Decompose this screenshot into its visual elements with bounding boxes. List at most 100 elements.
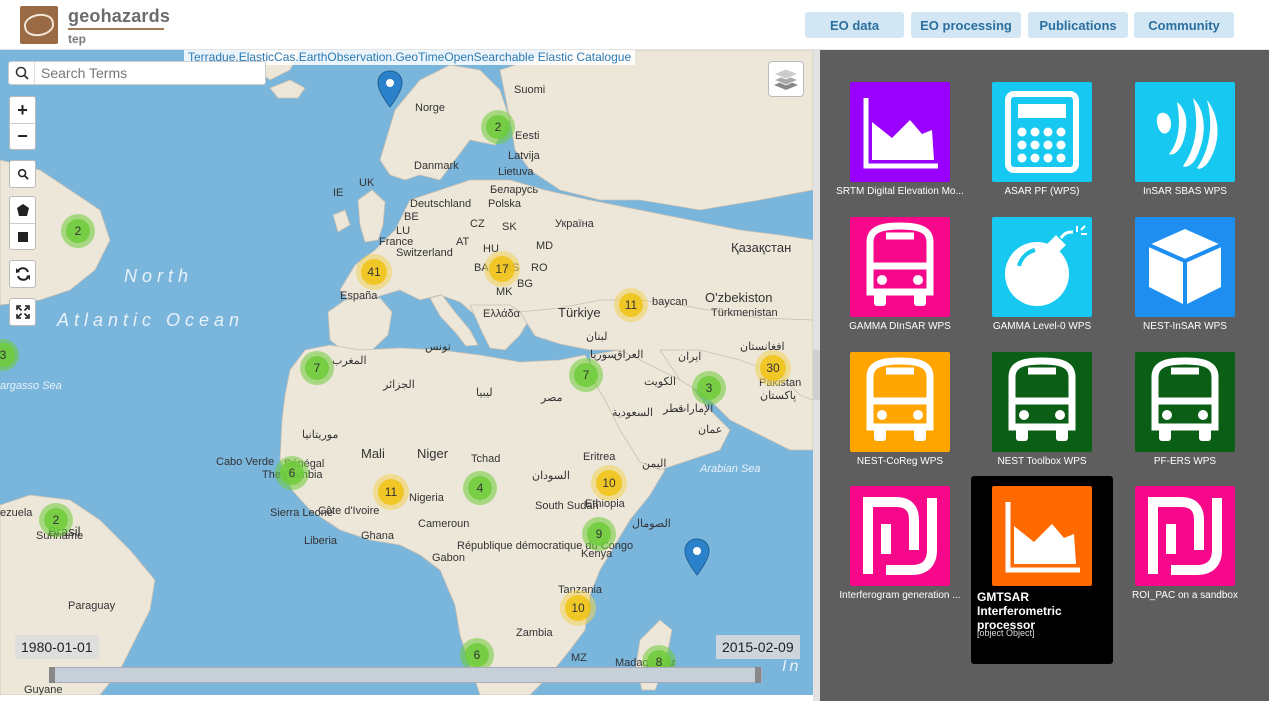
cube-icon xyxy=(1135,217,1235,317)
place-label: موريتانيا xyxy=(302,429,339,441)
app-tile[interactable]: InSAR SBAS WPS xyxy=(1114,72,1256,197)
search-icon[interactable] xyxy=(9,62,35,84)
map-cluster[interactable]: 10 xyxy=(591,465,627,501)
map-cluster[interactable]: 2 xyxy=(39,503,73,537)
splitter-grip[interactable] xyxy=(813,350,820,400)
ocean-label-atlantic: Atlantic Ocean xyxy=(57,310,245,330)
bomb-icon xyxy=(992,217,1092,317)
app-tile[interactable]: SRTM Digital Elevation Mo... xyxy=(829,72,971,197)
place-label: RO xyxy=(531,262,548,274)
map-pin-icon[interactable] xyxy=(684,538,710,576)
app-tile[interactable]: GMTSAR Interferometric processor [object … xyxy=(971,476,1113,664)
app-label: GAMMA DInSAR WPS xyxy=(849,321,951,332)
app-tile[interactable]: GAMMA DInSAR WPS xyxy=(829,207,971,332)
place-label: مصر xyxy=(541,392,563,404)
app-tile[interactable]: GAMMA Level-0 WPS xyxy=(971,207,1113,332)
zoom-out-button[interactable]: − xyxy=(10,123,35,149)
layers-button[interactable] xyxy=(768,61,804,97)
search-input[interactable] xyxy=(35,63,255,83)
signal-waves-icon xyxy=(1135,82,1235,182)
magnifier-icon[interactable] xyxy=(10,161,35,187)
place-label: Switzerland xyxy=(396,247,453,259)
map-cluster[interactable]: 2 xyxy=(481,110,515,144)
place-label: O'zbekiston xyxy=(705,290,773,305)
map-cluster[interactable]: 3 xyxy=(692,371,726,405)
time-slider-track[interactable] xyxy=(50,667,762,683)
place-label: Zambia xyxy=(516,627,553,639)
bus-icon xyxy=(992,352,1092,452)
place-label: UK xyxy=(359,177,375,189)
cluster-count: 6 xyxy=(464,642,490,668)
app-label: PF-ERS WPS xyxy=(1153,456,1217,467)
place-label: Latvija xyxy=(508,150,540,162)
draw-polygon-icon[interactable] xyxy=(10,197,35,223)
refresh-icon[interactable] xyxy=(10,261,35,287)
app-label: NEST-InSAR WPS xyxy=(1143,321,1227,332)
time-slider-start-handle[interactable] xyxy=(49,667,55,683)
map-view[interactable]: North Atlantic Ocean argasso Sea Arabian… xyxy=(0,50,813,695)
sea-label-arabian: Arabian Sea xyxy=(700,463,761,475)
app-label: NEST-CoReg WPS xyxy=(856,456,944,467)
app-tile[interactable]: NEST Toolbox WPS xyxy=(971,342,1113,467)
place-label: España xyxy=(340,290,378,302)
app-label: NEST Toolbox WPS xyxy=(997,456,1087,467)
map-cluster[interactable]: 7 xyxy=(569,358,603,392)
map-cluster[interactable]: 11 xyxy=(373,474,409,510)
bus-icon xyxy=(850,217,950,317)
cluster-count: 7 xyxy=(573,362,599,388)
place-label: Türkmenistan xyxy=(711,307,778,319)
zoom-in-button[interactable]: + xyxy=(10,97,35,123)
place-label: Україна xyxy=(555,218,594,230)
app-tile[interactable]: NEST-InSAR WPS xyxy=(1114,207,1256,332)
nav-eo-data[interactable]: EO data xyxy=(805,12,904,38)
place-label: BE xyxy=(404,211,419,223)
brand[interactable]: geohazards tep xyxy=(68,6,170,46)
fullscreen-icon[interactable] xyxy=(10,299,35,325)
refresh-control xyxy=(9,260,36,288)
place-label: Қазақстан xyxy=(731,240,792,255)
nav-eo-processing[interactable]: EO processing xyxy=(911,12,1021,38)
place-label: Suomi xyxy=(514,84,546,96)
cluster-count: 2 xyxy=(485,114,511,140)
nav-community[interactable]: Community xyxy=(1134,12,1234,38)
place-label: ezuela xyxy=(0,507,33,519)
place-label: Norge xyxy=(415,102,445,114)
map-cluster[interactable]: 2 xyxy=(61,214,95,248)
map-cluster[interactable]: 30 xyxy=(755,350,791,386)
app-tile[interactable]: PF-ERS WPS xyxy=(1114,342,1256,467)
place-label: Côte d'Ivoire xyxy=(318,505,380,517)
map-cluster[interactable]: 9 xyxy=(582,517,616,551)
app-tile[interactable]: Interferogram generation ... xyxy=(829,476,971,601)
map-pin-icon[interactable] xyxy=(377,70,403,108)
map-cluster[interactable]: 7 xyxy=(300,351,334,385)
map-cluster[interactable]: 4 xyxy=(463,471,497,505)
map-cluster[interactable]: 41 xyxy=(356,254,392,290)
app-label: SRTM Digital Elevation Mo... xyxy=(836,186,964,197)
app-tile[interactable]: NEST-CoReg WPS xyxy=(829,342,971,467)
sea-label-indian: In xyxy=(782,658,802,675)
nav-publications[interactable]: Publications xyxy=(1028,12,1128,38)
place-label: CZ xyxy=(470,218,485,230)
place-label: السعودية xyxy=(612,407,654,419)
app-label: Interferogram generation ... xyxy=(839,590,961,601)
place-label: تونس xyxy=(425,341,451,353)
map-cluster[interactable]: 6 xyxy=(275,456,309,490)
draw-rectangle-icon[interactable] xyxy=(10,223,35,249)
place-label: Ghana xyxy=(361,530,395,542)
map-cluster[interactable]: 11 xyxy=(614,288,648,322)
place-label: Niger xyxy=(417,446,449,461)
map-cluster[interactable]: 17 xyxy=(484,251,520,287)
map-cluster[interactable]: 10 xyxy=(560,590,596,626)
app-tile[interactable]: ROI_PAC on a sandbox xyxy=(1114,476,1256,601)
geohazards-logo[interactable] xyxy=(20,6,58,44)
place-label: Danmark xyxy=(414,160,459,172)
ocean-label-north: North xyxy=(124,266,194,286)
map-land xyxy=(0,50,813,695)
cluster-count: 9 xyxy=(586,521,612,547)
place-label: المغرب xyxy=(332,355,367,367)
cluster-count: 10 xyxy=(596,470,622,496)
date-start-label: 1980-01-01 xyxy=(15,635,99,659)
time-slider-end-handle[interactable] xyxy=(755,667,761,683)
place-label: SK xyxy=(502,221,517,233)
app-tile[interactable]: ASAR PF (WPS) xyxy=(971,72,1113,197)
